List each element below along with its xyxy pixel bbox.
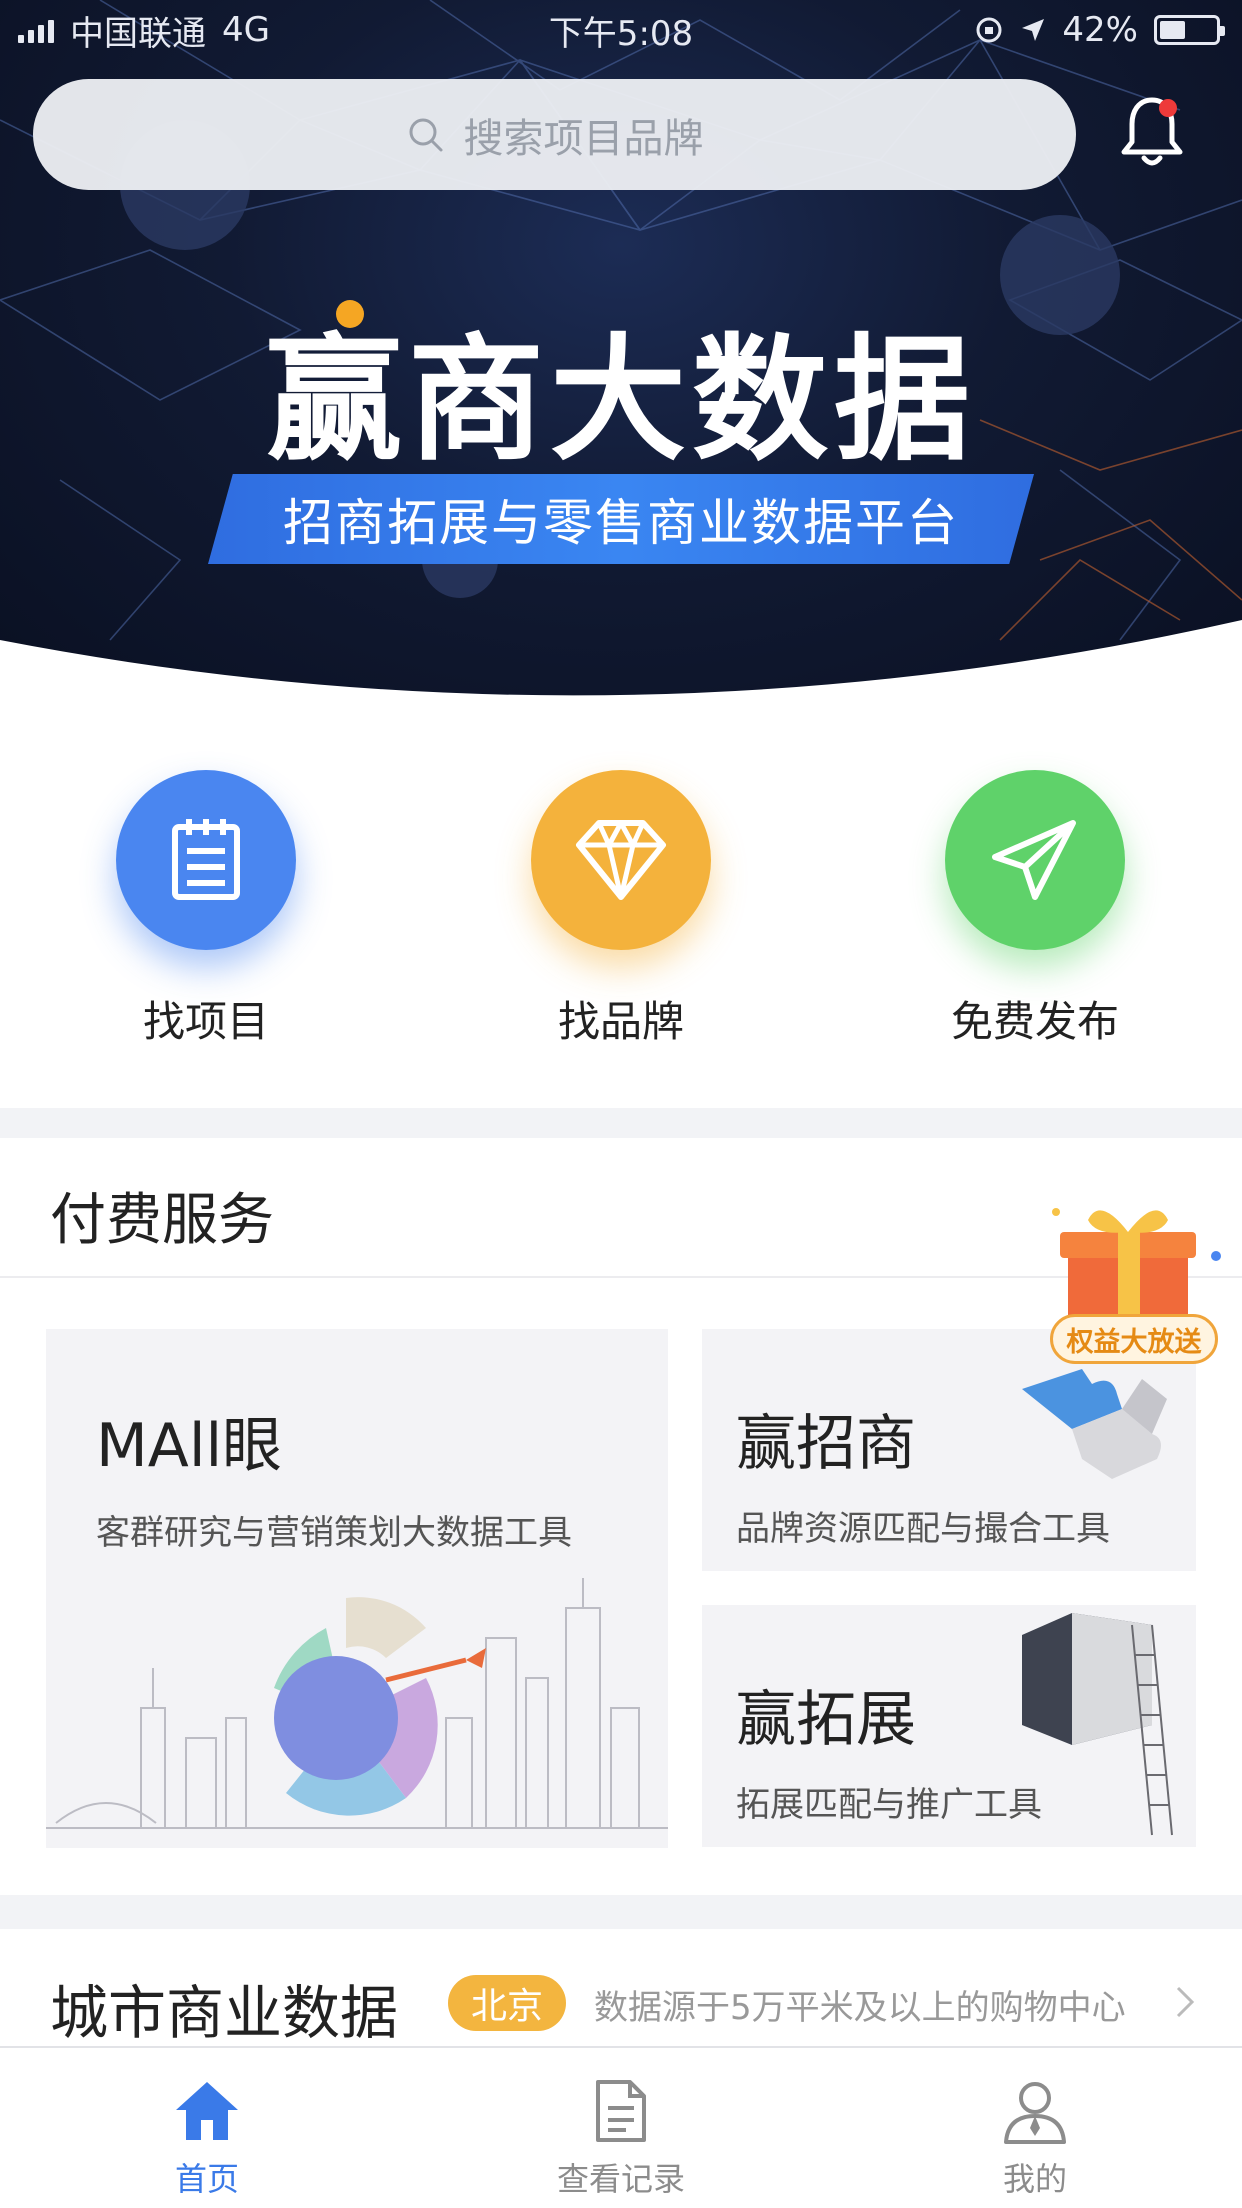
section-gap [0,1108,1242,1138]
chevron-right-icon[interactable] [1170,1982,1200,2022]
tab-profile[interactable]: 我的 [828,2048,1242,2208]
network-label: 4G [222,10,270,50]
search-placeholder: 搜索项目品牌 [463,115,704,162]
location-icon [1022,19,1045,41]
tab-label: 首页 [174,2160,239,2198]
tab-label: 查看记录 [556,2160,685,2198]
quick-label: 找品牌 [557,997,684,1046]
cube-ladder-illustration [1022,1613,1173,1836]
rotation-lock-icon [976,17,1002,43]
quick-item-find-project[interactable]: 找项目 [56,770,356,1049]
paper-plane-icon [992,820,1076,900]
signal-icon [18,17,54,43]
quick-item-free-publish[interactable]: 免费发布 [885,770,1185,1049]
clipboard-icon [172,819,240,900]
card-subtitle: 客群研究与营销策划大数据工具 [96,1513,572,1553]
city-skyline-illustration [46,1578,668,1829]
paid-services-title: 付费服务 [50,1188,274,1253]
tab-bar: 首页 查看记录 我的 [0,2046,1242,2208]
tab-home[interactable]: 首页 [0,2048,414,2208]
section-gap [0,1895,1242,1929]
service-card-win-expansion[interactable]: 赢拓展 拓展匹配与推广工具 [702,1605,1196,1847]
city-selector[interactable]: 北京 [448,1975,566,2031]
status-bar: 中国联通 4G 下午5:08 42% [0,0,1242,60]
tab-history[interactable]: 查看记录 [414,2048,828,2208]
quick-icon-circle [945,770,1125,950]
document-icon [596,2080,646,2142]
card-subtitle: 拓展匹配与推广工具 [736,1785,1042,1825]
quick-label: 找项目 [142,997,269,1046]
promo-badge[interactable]: 权益大放送 [1050,1314,1218,1364]
notification-bell-icon[interactable] [1116,92,1188,172]
card-title: MAll眼 [96,1411,283,1481]
quick-label: 免费发布 [950,997,1119,1046]
search-input[interactable]: 搜索项目品牌 [33,79,1076,190]
carrier-label: 中国联通 [70,13,206,54]
battery-percent: 42% [1062,10,1138,50]
user-icon [1004,2082,1066,2144]
card-subtitle: 品牌资源匹配与撮合工具 [736,1509,1110,1549]
diamond-icon [576,820,666,900]
card-title: 赢拓展 [736,1685,916,1755]
home-icon [176,2082,238,2140]
quick-icon-circle [116,770,296,950]
quick-icon-circle [531,770,711,950]
search-icon [409,118,442,151]
city-data-note[interactable]: 数据源于5万平米及以上的购物中心 [594,1980,1126,2029]
tab-label: 我的 [1002,2160,1067,2198]
service-card-mall-eye[interactable]: MAll眼 客群研究与营销策划大数据工具 [46,1329,668,1848]
battery-icon [1154,15,1225,45]
card-title: 赢招商 [736,1409,916,1479]
quick-menu: 找项目 找品牌 免费发布 [0,700,1242,1110]
city-data-title: 城市商业数据 [50,1979,399,2047]
quick-item-find-brand[interactable]: 找品牌 [471,770,771,1049]
